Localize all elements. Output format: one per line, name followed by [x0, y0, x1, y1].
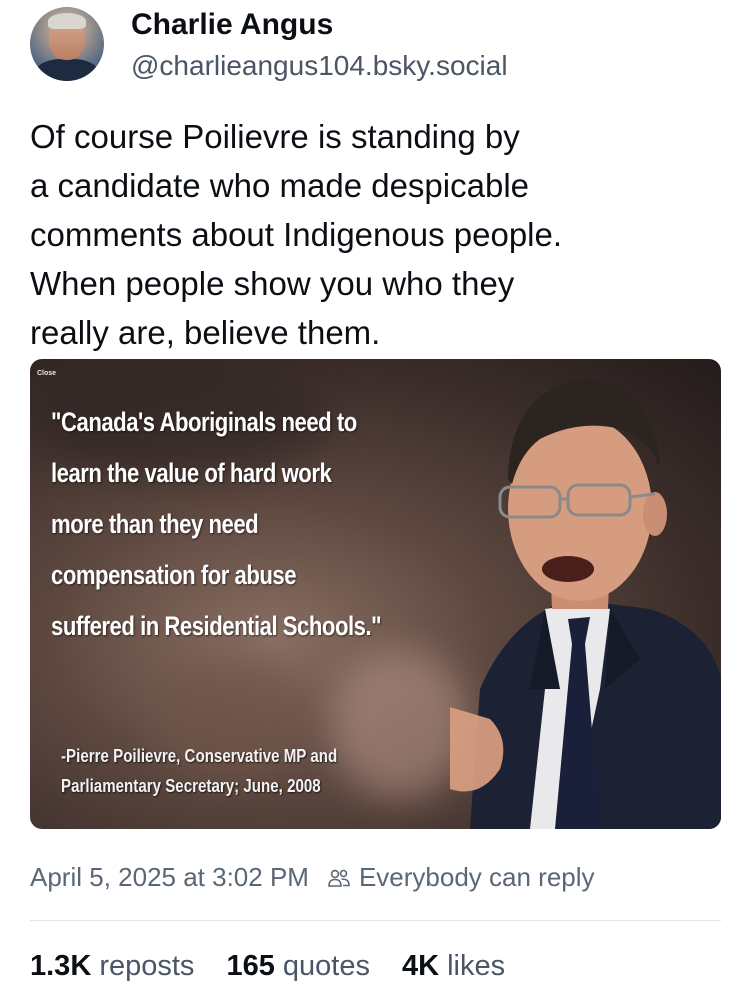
quotes-stat[interactable]: 165 quotes: [226, 950, 370, 983]
divider: [30, 920, 721, 921]
post-text-line: When people show you who they: [30, 265, 515, 302]
people-icon: [327, 866, 351, 890]
avatar-shirt: [36, 59, 98, 81]
likes-label: likes: [447, 950, 506, 982]
quote-line: "Canada's Aboriginals need to: [51, 407, 357, 437]
reposts-stat[interactable]: 1.3K reposts: [30, 950, 194, 983]
quote-line: learn the value of hard work: [51, 458, 332, 488]
author-handle[interactable]: @charlieangus104.bsky.social: [131, 50, 508, 82]
post-timestamp[interactable]: April 5, 2025 at 3:02 PM: [30, 862, 309, 893]
likes-count: 4K: [401, 950, 440, 982]
quote-text: "Canada's Aboriginals need to learn the …: [51, 397, 477, 652]
post-text-line: Of course Poilievre is standing by: [30, 118, 520, 155]
quotes-label: quotes: [282, 950, 370, 982]
post-text-line: a candidate who made despicable: [30, 167, 530, 204]
avatar[interactable]: [30, 7, 104, 81]
reply-setting[interactable]: Everybody can reply: [359, 862, 595, 893]
reposts-label: reposts: [99, 950, 195, 982]
quotes-count: 165: [226, 950, 275, 982]
close-label[interactable]: Close: [37, 370, 56, 377]
politician-photo: [450, 379, 721, 829]
attribution-line: -Pierre Poilievre, Conservative MP and: [61, 746, 338, 766]
post-meta: April 5, 2025 at 3:02 PM Everybody can r…: [30, 862, 595, 893]
avatar-hair: [48, 13, 86, 29]
author-display-name[interactable]: Charlie Angus: [131, 8, 333, 42]
attribution-line: Parliamentary Secretary; June, 2008: [61, 776, 321, 796]
post-card: Charlie Angus @charlieangus104.bsky.soci…: [0, 0, 751, 1000]
quote-line: suffered in Residential Schools.": [51, 611, 382, 641]
likes-stat[interactable]: 4K likes: [402, 950, 505, 983]
post-text-line: comments about Indigenous people.: [30, 216, 563, 253]
post-text: Of course Poilievre is standing by a can…: [30, 112, 720, 357]
post-stats: 1.3K reposts 165 quotes 4K likes: [30, 950, 537, 983]
quote-attribution: -Pierre Poilievre, Conservative MP and P…: [61, 741, 447, 801]
reposts-count: 1.3K: [30, 950, 92, 982]
quote-line: more than they need: [51, 509, 259, 539]
quote-line: compensation for abuse: [51, 560, 297, 590]
post-text-line: really are, believe them.: [30, 314, 381, 351]
embedded-image[interactable]: Close "Canada's Aboriginals need to lear…: [30, 359, 721, 829]
